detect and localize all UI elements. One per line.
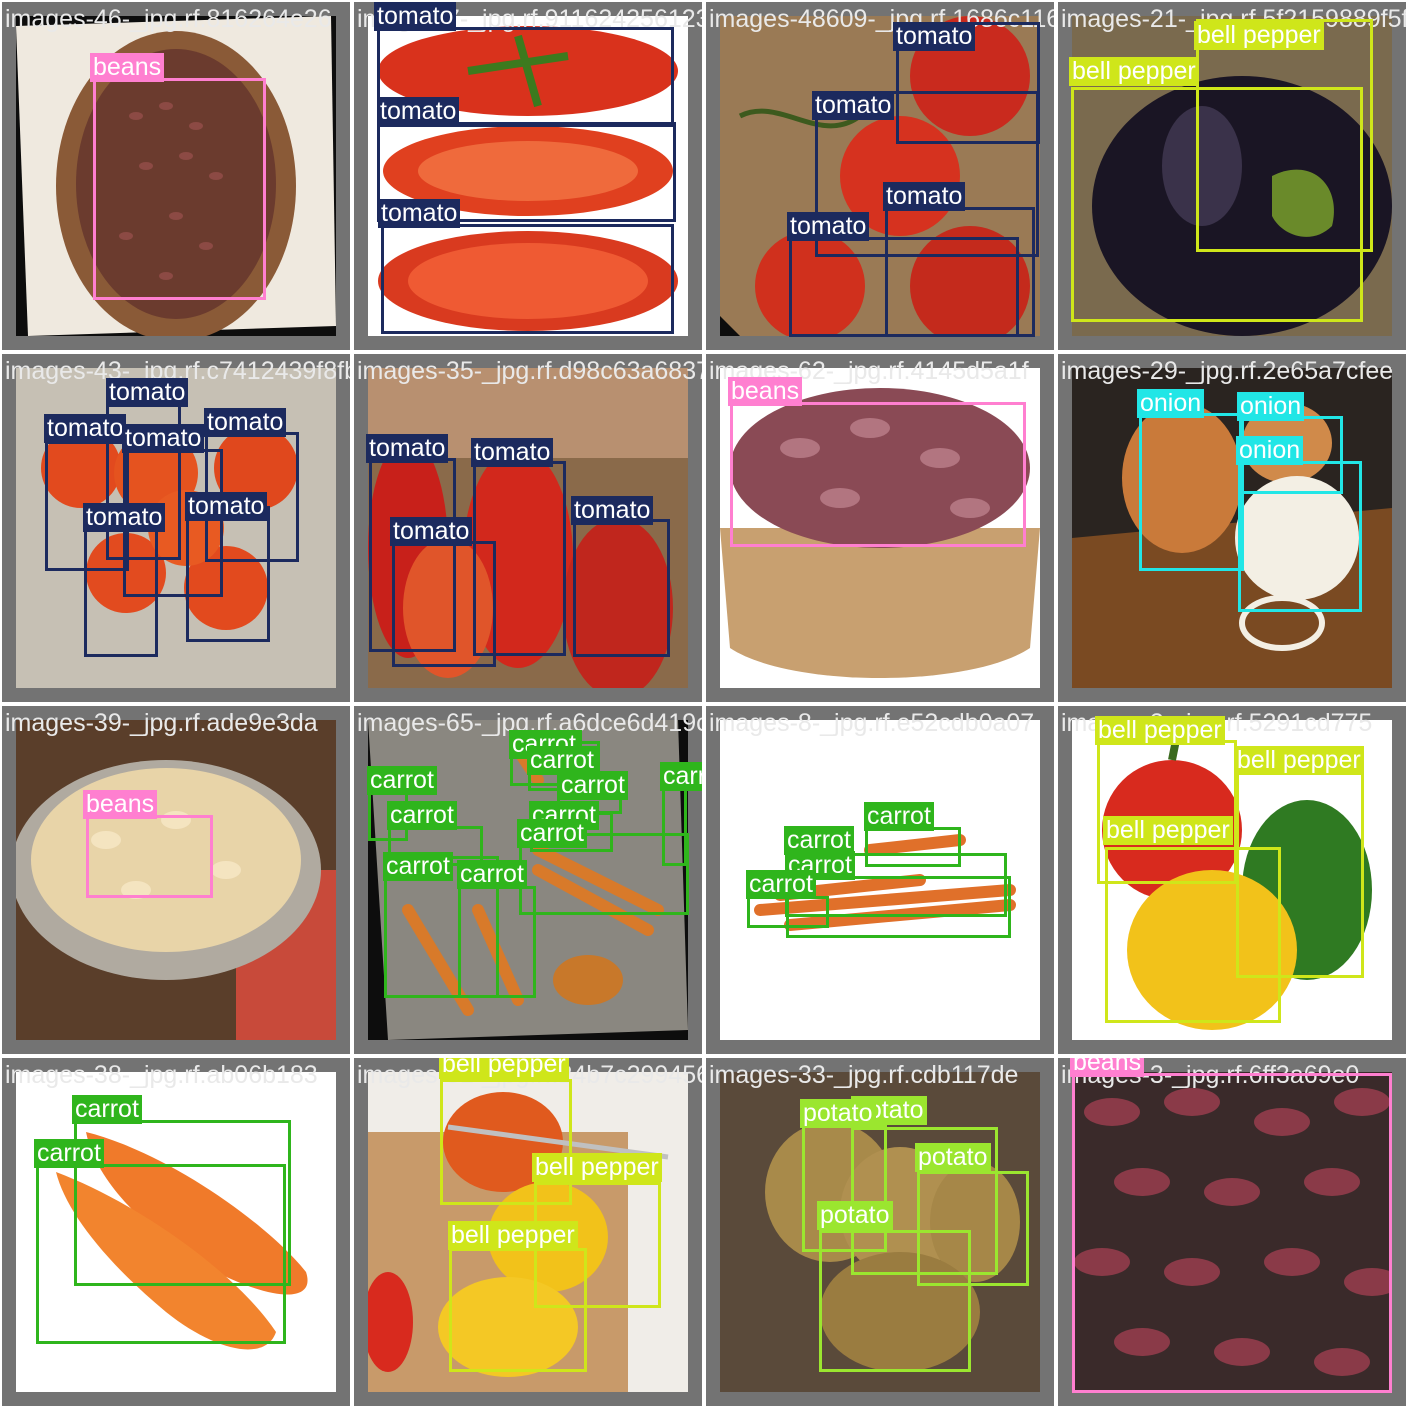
label-bell-pepper: bell pepper [1194, 21, 1324, 50]
tile-two-carrots: images-38-_jpg.rf.ab06b183 carrot carrot [2, 1058, 350, 1406]
bbox-tomato [789, 237, 1019, 337]
tile-filename: images-38-_jpg.rf.ab06b183 [5, 1061, 318, 1089]
bbox-potato [819, 1230, 971, 1372]
bbox-carrot [458, 886, 536, 998]
label-tomato: tomato [366, 434, 449, 463]
tile-kidney-bowl: images-62-_jpg.rf.4145d5a1f beans [706, 354, 1054, 702]
detection-mosaic: images-46-_jpg.rf.816264e26 beans images… [0, 0, 1408, 1408]
tile-potatoes: images-33-_jpg.rf.cdb117de potato potato… [706, 1058, 1054, 1406]
label-tomato: tomato [185, 492, 268, 521]
bbox-tomato [381, 224, 674, 334]
tile-beans-bowl: images-46-_jpg.rf.816264e26 beans [2, 2, 350, 350]
label-tomato: tomato [390, 517, 473, 546]
label-bell-pepper: bell pepper [1103, 816, 1233, 845]
label-tomato: tomato [44, 414, 127, 443]
label-carrot: carrot [517, 819, 587, 848]
tile-filename: images-39-_jpg.rf.ade9e3da [5, 709, 318, 737]
tile-filename: images-8-_jpg.rf.e52cdb0a07 [709, 709, 1035, 737]
label-bell-pepper: bell pepper [448, 1221, 578, 1250]
label-tomato: tomato [377, 97, 460, 126]
bbox-beans [86, 815, 213, 898]
label-tomato: tomato [812, 91, 895, 120]
label-carrot: carrot [558, 771, 628, 800]
tile-kidney-closeup: images-3-_jpg.rf.6ff3a69e0 beans [1058, 1058, 1406, 1406]
label-potato: potato [817, 1201, 893, 1230]
label-bell-pepper: bell pepper [1234, 746, 1364, 775]
label-bell-pepper: bell pepper [1069, 57, 1199, 86]
bbox-beans [1072, 1073, 1392, 1393]
tile-sliced-peppers: images-81-_jpg.rf.24b7c299456 bell peppe… [354, 1058, 702, 1406]
label-carrot: carrot [72, 1095, 142, 1124]
label-potato: potato [800, 1099, 876, 1128]
bbox-onion [1238, 461, 1362, 612]
label-carrot: carrot [746, 870, 816, 899]
bbox-tomato [392, 541, 496, 667]
bbox-carrot [36, 1164, 286, 1344]
tile-three-peppers: images-3-_jpg.rf.5291cd775 bell pepper b… [1058, 706, 1406, 1054]
label-carrot: carrot [383, 852, 453, 881]
label-beans: beans [728, 377, 803, 406]
label-carrot: carrot [457, 860, 527, 889]
label-carrot: carrot [387, 801, 457, 830]
label-tomato: tomato [122, 424, 205, 453]
label-tomato: tomato [204, 408, 287, 437]
bbox-bell-pepper [1071, 87, 1363, 322]
tile-filename: images-29-_jpg.rf.2e65a7cfee [1061, 357, 1394, 385]
label-tomato: tomato [83, 503, 166, 532]
label-tomato: tomato [106, 378, 189, 407]
label-tomato: tomato [571, 496, 654, 525]
tile-vine-tomatoes: images-48609-_jpg.rf.1686c1160d tomato t… [706, 2, 1054, 350]
bbox-beans [730, 402, 1026, 547]
tile-purple-pepper: images-21-_jpg.rf.5f2159889f5fcbd5cd bel… [1058, 2, 1406, 350]
bbox-onion [1139, 413, 1244, 571]
tile-carrots-board: images-65-_jpg.rf.a6dce6d419c carrot car… [354, 706, 702, 1054]
label-bell-pepper: bell pepper [532, 1153, 662, 1182]
label-potato: potato [915, 1143, 991, 1172]
label-onion: onion [1137, 389, 1205, 418]
bbox-tomato [573, 519, 670, 657]
label-tomato: tomato [471, 438, 554, 467]
tile-carrots-white: images-8-_jpg.rf.e52cdb0a07 carrot carro… [706, 706, 1054, 1054]
label-tomato: tomato [374, 2, 457, 31]
label-carrot: carrot [367, 766, 437, 795]
label-beans: beans [1070, 1058, 1145, 1077]
bbox-bell-pepper [449, 1248, 587, 1372]
tile-onions: images-29-_jpg.rf.2e65a7cfee onion onion… [1058, 354, 1406, 702]
label-carrot: carrot [660, 762, 702, 791]
label-tomato: tomato [378, 199, 461, 228]
tile-tomato-slices: images-7-_jpg.rf.9116242561231 tomato to… [354, 2, 702, 350]
tile-roma-tomatoes: images-35-_jpg.rf.d98c63a6837 tomato tom… [354, 354, 702, 702]
label-carrot: carrot [34, 1139, 104, 1168]
bbox-beans [93, 78, 266, 300]
label-bell-pepper: bell pepper [1095, 716, 1225, 745]
bbox-tomato [186, 506, 270, 642]
bbox-tomato [84, 527, 158, 657]
bbox-bell-pepper [1105, 847, 1281, 1023]
tile-filename: images-46-_jpg.rf.816264e26 [5, 5, 332, 33]
label-bell-pepper: bell pepper [439, 1058, 569, 1079]
label-onion: onion [1237, 392, 1305, 421]
label-beans: beans [83, 790, 158, 819]
label-tomato: tomato [787, 212, 870, 241]
tile-tomatoes-wood: images-43-_jpg.rf.c7412439f8fbc2059d85 t… [2, 354, 350, 702]
label-tomato: tomato [893, 22, 976, 51]
tile-filename: images-35-_jpg.rf.d98c63a6837 [357, 357, 702, 385]
tile-filename: images-33-_jpg.rf.cdb117de [709, 1061, 1019, 1089]
label-onion: onion [1236, 436, 1304, 465]
label-carrot: carrot [864, 802, 934, 831]
label-tomato: tomato [883, 182, 966, 211]
bbox-carrot [747, 896, 829, 928]
tile-bean-soup: images-39-_jpg.rf.ade9e3da beans [2, 706, 350, 1054]
label-beans: beans [90, 53, 165, 82]
